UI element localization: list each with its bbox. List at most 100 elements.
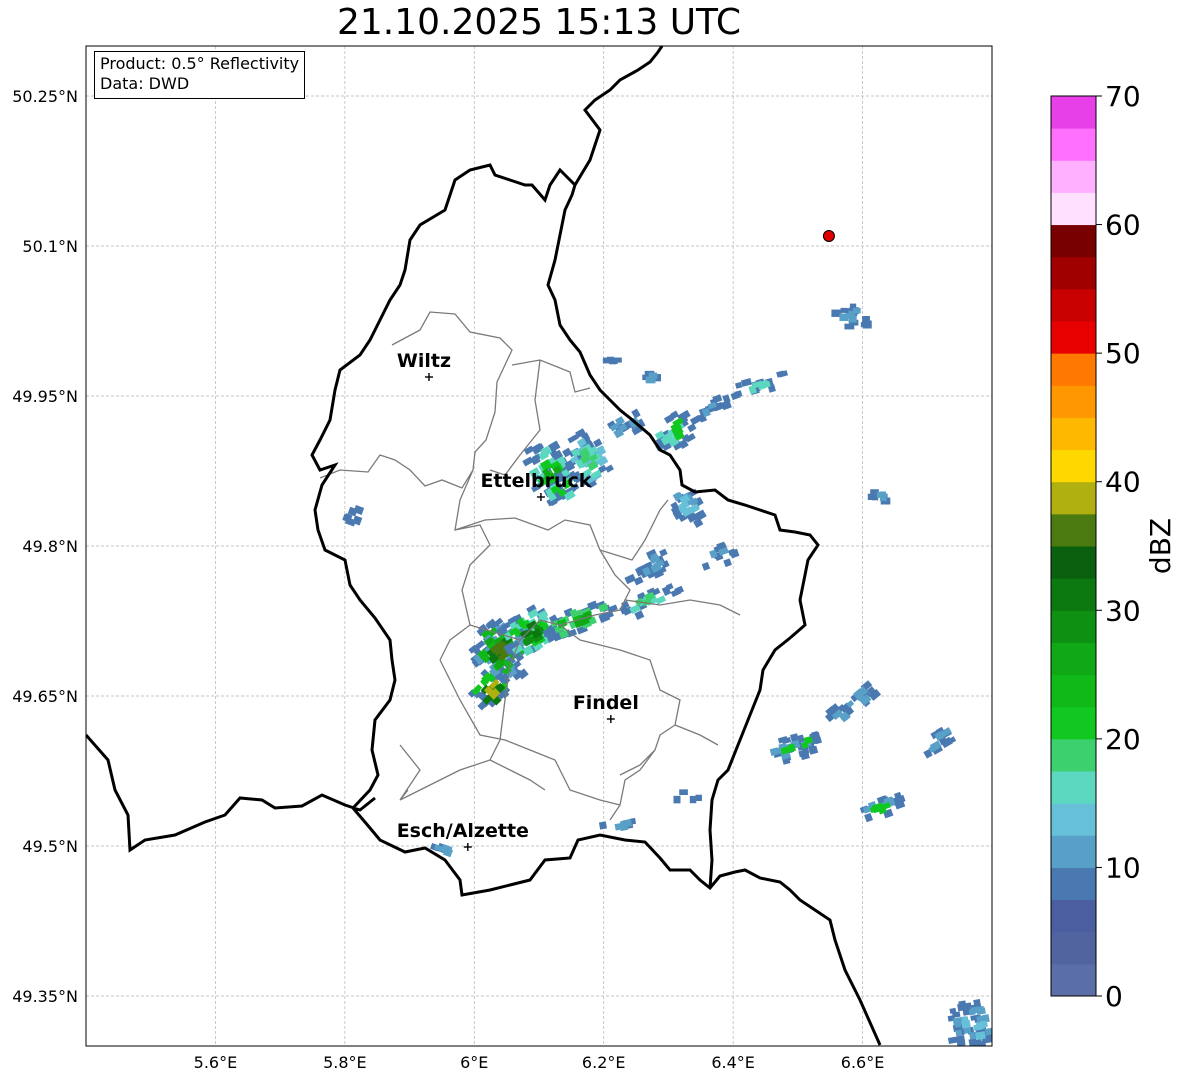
echo-pixel — [723, 558, 732, 568]
echo-pixel — [735, 381, 743, 389]
echo-pixel — [947, 1036, 958, 1044]
y-tick-label: 49.8°N — [22, 537, 78, 556]
echo-cell — [698, 391, 741, 423]
echo-pixel — [679, 789, 688, 796]
colorbar-segment — [1051, 224, 1096, 258]
echo-pixel — [695, 794, 702, 802]
colorbar-segment — [1051, 160, 1096, 193]
colorbar-segment — [1051, 835, 1096, 868]
city-label: Ettelbruck — [480, 470, 591, 492]
colorbar-segment — [1051, 449, 1096, 483]
colorbar-segment — [1051, 192, 1096, 226]
colorbar-segment — [1051, 288, 1096, 322]
info-box: Product: 0.5° Reflectivity Data: DWD — [94, 51, 306, 99]
echo-pixel — [607, 356, 614, 364]
echo-pixel — [673, 795, 681, 804]
echo-pixel — [860, 322, 868, 328]
colorbar-segment — [1051, 738, 1096, 772]
echo-cell — [867, 489, 891, 505]
echo-pixel — [562, 447, 573, 458]
echo-pixel — [956, 1038, 966, 1046]
colorbar: 0 10 20 30 40 50 60 70 dBZ — [1050, 80, 1177, 1013]
echo-pixel — [598, 821, 608, 830]
colorbar-segment — [1051, 642, 1096, 676]
colorbar-tick-label: 70 — [1105, 80, 1141, 113]
colorbar-segment — [1051, 353, 1096, 386]
echo-cell — [923, 726, 957, 759]
colorbar-segment — [1051, 771, 1096, 804]
colorbar-segment — [1051, 867, 1096, 901]
echo-pixel — [955, 1029, 963, 1036]
colorbar-segment — [1051, 610, 1096, 643]
colorbar-tick-label: 20 — [1105, 723, 1141, 756]
y-tick-label: 49.5°N — [22, 837, 78, 856]
colorbar-segment — [1051, 96, 1096, 129]
echo-cell — [824, 680, 882, 723]
echo-pixel — [840, 307, 848, 313]
colorbar-segment — [1051, 706, 1096, 740]
axis-ticks: 5.6°E 5.8°E 6°E 6.2°E 6.4°E 6.6°E 50.25°N 50.1°… — [12, 87, 884, 1072]
data-source-label: Data: DWD — [100, 74, 190, 93]
colorbar-segment — [1051, 674, 1096, 708]
colorbar-tick-label: 10 — [1105, 851, 1141, 884]
colorbar-segment — [1051, 546, 1096, 579]
echo-pixel — [605, 464, 614, 473]
echo-pixel — [961, 1016, 969, 1023]
echo-cell — [701, 541, 740, 571]
echo-pixel — [778, 370, 788, 378]
city-label: Wiltz — [397, 350, 451, 372]
borders — [86, 46, 882, 1046]
national-borders — [86, 46, 882, 1046]
echo-pixel — [523, 445, 535, 455]
echo-pixel — [701, 562, 711, 571]
colorbar-segment — [1051, 481, 1096, 515]
colorbar-segment — [1051, 513, 1096, 547]
echo-cell — [673, 789, 702, 804]
echo-cell — [859, 791, 906, 823]
colorbar-segment — [1051, 385, 1096, 418]
echo-pixel — [864, 812, 874, 823]
colorbar-segment — [1051, 931, 1096, 965]
colorbar-segment — [1051, 578, 1096, 611]
colorbar-segment — [1051, 321, 1096, 354]
echo-cell — [947, 998, 992, 1046]
y-tick-label: 50.1°N — [22, 237, 78, 256]
city-label: Esch/Alzette — [397, 820, 529, 842]
echo-cell — [769, 731, 822, 765]
radar-site — [822, 230, 835, 242]
echo-pixel — [845, 313, 853, 319]
echo-cell — [642, 370, 661, 384]
colorbar-tick-label: 40 — [1105, 466, 1141, 499]
echo-cell — [606, 408, 646, 439]
y-tick-label: 50.25°N — [12, 87, 78, 106]
echo-cell — [734, 370, 788, 398]
echo-pixel — [958, 1000, 967, 1009]
y-tick-label: 49.35°N — [12, 987, 78, 1006]
echo-pixel — [687, 423, 697, 433]
y-tick-label: 49.65°N — [12, 687, 78, 706]
colorbar-tick-label: 0 — [1105, 980, 1123, 1013]
colorbar-tick-label: 50 — [1105, 337, 1141, 370]
x-tick-label: 5.6°E — [194, 1053, 238, 1072]
colorbar-segment — [1051, 417, 1096, 451]
echo-pixel — [659, 548, 668, 557]
echo-pixel — [949, 1007, 957, 1014]
radar-map-figure: Wiltz Ettelbruck Findel Esch/Alzette 5.6°E 5… — [12, 45, 1177, 1072]
colorbar-tick-label: 60 — [1105, 209, 1141, 242]
x-tick-label: 6.2°E — [582, 1053, 626, 1072]
echo-pixel — [689, 795, 697, 804]
echo-pixel — [614, 823, 623, 830]
echo-pixel — [984, 1027, 992, 1036]
echo-pixel — [645, 376, 656, 384]
colorbar-title: dBZ — [1144, 518, 1177, 574]
city-label: Findel — [573, 692, 639, 714]
product-label: Product: 0.5° Reflectivity — [100, 54, 300, 73]
echo-cell — [430, 842, 453, 858]
reflectivity-echoes — [342, 303, 992, 1046]
echo-pixel — [655, 595, 667, 605]
echo-pixel — [844, 323, 855, 330]
x-tick-label: 6°E — [460, 1053, 488, 1072]
x-tick-label: 6.4°E — [711, 1053, 755, 1072]
colorbar-segment — [1051, 803, 1096, 836]
x-tick-label: 5.8°E — [323, 1053, 367, 1072]
